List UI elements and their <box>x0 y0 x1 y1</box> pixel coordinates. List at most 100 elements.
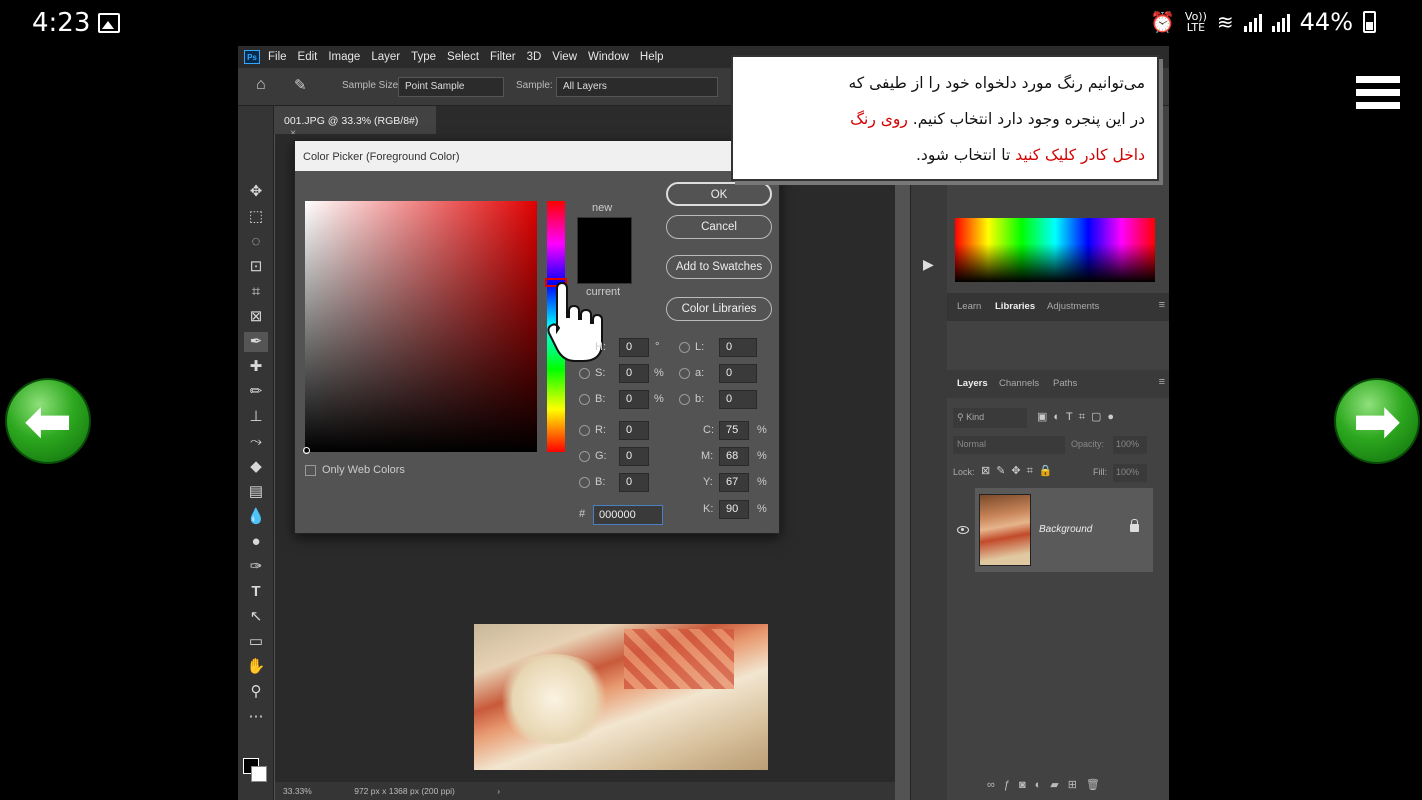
type-tool-icon[interactable]: T <box>244 582 268 602</box>
healing-brush-tool-icon[interactable]: ✚ <box>244 357 268 377</box>
play-icon[interactable]: ▶ <box>923 256 934 273</box>
lab-b-radio[interactable] <box>679 394 690 405</box>
blend-mode-select[interactable]: Normal <box>953 436 1065 454</box>
eraser-tool-icon[interactable]: ◆ <box>244 457 268 477</box>
rectangle-tool-icon[interactable]: ▭ <box>244 632 268 652</box>
zoom-tool-icon[interactable]: ⚲ <box>244 682 268 702</box>
menu-window[interactable]: Window <box>588 51 629 63</box>
l-radio[interactable] <box>679 342 690 353</box>
rgb-b-field[interactable]: 0 <box>619 473 649 492</box>
gradient-tool-icon[interactable]: ▤ <box>244 482 268 502</box>
menu-file[interactable]: File <box>268 51 287 63</box>
menu-help[interactable]: Help <box>640 51 664 63</box>
more-tools-icon[interactable]: ⋯ <box>244 707 268 727</box>
signal-icon-2 <box>1271 12 1290 32</box>
tab-layers[interactable]: Layers <box>957 378 988 389</box>
eyedropper-tool-icon[interactable]: ✒ <box>244 332 268 352</box>
opacity-field[interactable]: 100% <box>1113 436 1147 454</box>
dodge-tool-icon[interactable]: ● <box>244 532 268 552</box>
document-tab[interactable]: 001.JPG @ 33.3% (RGB/8#) × <box>274 106 436 139</box>
sample-size-select[interactable]: Point Sample <box>398 77 504 97</box>
path-select-tool-icon[interactable]: ↖ <box>244 607 268 627</box>
color-libraries-button[interactable]: Color Libraries <box>666 297 772 321</box>
h-field[interactable]: 0 <box>619 338 649 357</box>
cancel-button[interactable]: Cancel <box>666 215 772 239</box>
lock-icons[interactable]: ⊠✎✥⌗🔒 <box>981 464 1059 478</box>
next-arrow-button[interactable]: ➡ <box>1334 378 1420 464</box>
m-unit: % <box>757 450 767 462</box>
pen-tool-icon[interactable]: ✑ <box>244 557 268 577</box>
s-radio[interactable] <box>579 368 590 379</box>
marquee-tool-icon[interactable]: ⬚ <box>244 207 268 227</box>
only-web-colors-checkbox[interactable] <box>305 465 316 476</box>
color-field-marker[interactable] <box>303 447 310 454</box>
saturation-brightness-field[interactable] <box>305 201 537 452</box>
stamp-tool-icon[interactable]: ⊥ <box>244 407 268 427</box>
a-field[interactable]: 0 <box>719 364 757 383</box>
kind-filter[interactable]: ⚲ Kind <box>953 408 1027 428</box>
tab-libraries[interactable]: Libraries <box>995 301 1035 312</box>
eyedropper-option-icon[interactable]: ✎ <box>294 76 307 94</box>
blur-tool-icon[interactable]: 💧 <box>244 507 268 527</box>
menu-edit[interactable]: Edit <box>298 51 318 63</box>
layers-footer-icons[interactable]: ∞ƒ◙◐▰⊞🗑 <box>987 779 1109 791</box>
s-label: S: <box>595 367 606 379</box>
add-to-swatches-button[interactable]: Add to Swatches <box>666 255 772 279</box>
status-chevron-icon[interactable]: › <box>497 786 500 796</box>
quick-select-tool-icon[interactable]: ⊡ <box>244 257 268 277</box>
ok-button[interactable]: OK <box>666 182 772 206</box>
quick-mask-icon[interactable]: ◙ <box>244 796 268 800</box>
m-field[interactable]: 68 <box>719 447 749 466</box>
s-field[interactable]: 0 <box>619 364 649 383</box>
zoom-level[interactable]: 33.33% <box>283 786 312 796</box>
r-radio[interactable] <box>579 425 590 436</box>
c-unit: % <box>757 424 767 436</box>
a-radio[interactable] <box>679 368 690 379</box>
photoshop-logo-icon: Ps <box>244 50 260 64</box>
menu-layer[interactable]: Layer <box>371 51 400 63</box>
hand-tool-icon[interactable]: ✋ <box>244 657 268 677</box>
sample-select[interactable]: All Layers <box>556 77 718 97</box>
menu-filter[interactable]: Filter <box>490 51 516 63</box>
tab-paths[interactable]: Paths <box>1053 378 1077 389</box>
menu-select[interactable]: Select <box>447 51 479 63</box>
brush-tool-icon[interactable]: ✏ <box>244 382 268 402</box>
layers-menu-icon[interactable]: ≡ <box>1159 376 1165 388</box>
panel-menu-icon[interactable]: ≡ <box>1159 299 1165 311</box>
tab-adjustments[interactable]: Adjustments <box>1047 301 1099 312</box>
status-icons: ⏰ Vo)) LTE ≋ 44% <box>1150 8 1376 36</box>
lasso-tool-icon[interactable]: ◌ <box>244 232 268 252</box>
menu-image[interactable]: Image <box>328 51 360 63</box>
history-brush-tool-icon[interactable]: ⤳ <box>244 432 268 452</box>
g-field[interactable]: 0 <box>619 447 649 466</box>
tab-channels[interactable]: Channels <box>999 378 1039 389</box>
previous-arrow-button[interactable]: ⬅ <box>5 378 91 464</box>
g-radio[interactable] <box>579 451 590 462</box>
tab-learn[interactable]: Learn <box>957 301 981 312</box>
menu-icon[interactable] <box>1356 76 1400 114</box>
r-field[interactable]: 0 <box>619 421 649 440</box>
menu-type[interactable]: Type <box>411 51 436 63</box>
menu-3d[interactable]: 3D <box>527 51 542 63</box>
home-icon[interactable]: ⌂ <box>256 76 266 94</box>
k-field[interactable]: 90 <box>719 500 749 519</box>
c-field[interactable]: 75 <box>719 421 749 440</box>
filter-icons[interactable]: ▣◐T⌗▢● <box>1037 410 1120 424</box>
l-field[interactable]: 0 <box>719 338 757 357</box>
color-spectrum[interactable] <box>955 218 1155 282</box>
hex-field[interactable]: 000000 <box>593 505 663 525</box>
fill-field[interactable]: 100% <box>1113 464 1147 482</box>
b-field[interactable]: 0 <box>619 390 649 409</box>
background-color-swatch[interactable] <box>251 766 267 782</box>
b-radio[interactable] <box>579 394 590 405</box>
move-tool-icon[interactable]: ✥ <box>244 182 268 202</box>
frame-tool-icon[interactable]: ⊠ <box>244 307 268 327</box>
layer-row-background[interactable]: Background <box>975 488 1153 572</box>
rgb-b-radio[interactable] <box>579 477 590 488</box>
lab-b-field[interactable]: 0 <box>719 390 757 409</box>
menu-view[interactable]: View <box>552 51 577 63</box>
y-field[interactable]: 67 <box>719 473 749 492</box>
visibility-eye-icon[interactable] <box>957 526 969 534</box>
crop-tool-icon[interactable]: ⌗ <box>244 282 268 302</box>
layer-name[interactable]: Background <box>1039 524 1092 535</box>
